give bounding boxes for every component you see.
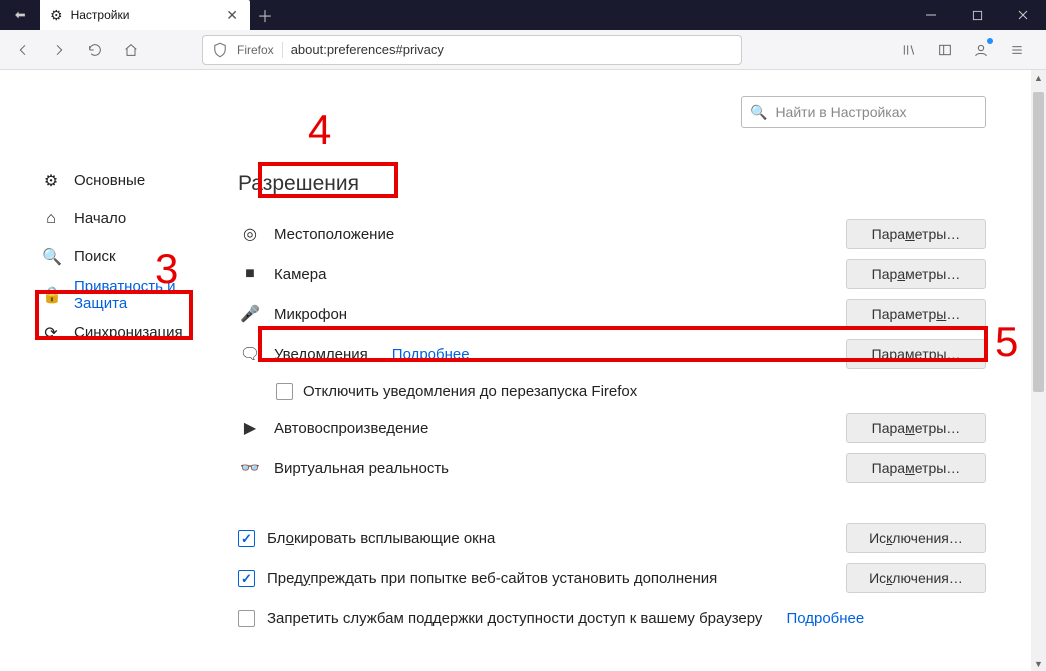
sidebar-button[interactable] <box>930 35 960 65</box>
sidebar-item-general[interactable]: ⚙ Основные <box>38 162 230 200</box>
forward-button[interactable] <box>44 35 74 65</box>
scroll-up-arrow[interactable]: ▲ <box>1031 70 1046 85</box>
perm-row-notifications: 🗨 Уведомления Подробнее Параметры… <box>238 334 986 374</box>
notifications-icon: 🗨 <box>238 344 262 364</box>
search-icon: 🔍 <box>42 247 60 267</box>
sidebar-item-search[interactable]: 🔍 Поиск <box>38 238 230 276</box>
microphone-settings-button[interactable]: Параметры… <box>846 299 986 329</box>
sync-icon: ⟳ <box>42 323 60 343</box>
account-button[interactable] <box>966 35 996 65</box>
vr-settings-button[interactable]: Параметры… <box>846 453 986 483</box>
library-button[interactable] <box>894 35 924 65</box>
shield-icon <box>211 41 229 59</box>
popups-exceptions-button[interactable]: Исключения… <box>846 523 986 553</box>
pause-notifications-checkbox[interactable] <box>276 383 293 400</box>
vr-icon: 👓 <box>238 458 262 478</box>
toolbar: Firefox about:preferences#privacy <box>0 30 1046 70</box>
pause-notifications-row: Отключить уведомления до перезапуска Fir… <box>238 374 986 408</box>
home-icon: ⌂ <box>42 210 60 228</box>
autoplay-icon: ▶ <box>238 418 262 438</box>
identity-label: Firefox <box>237 43 274 57</box>
notifications-settings-button[interactable]: Параметры… <box>846 339 986 369</box>
sidebar-item-home[interactable]: ⌂ Начало <box>38 200 230 238</box>
content-area: ⚙ Основные ⌂ Начало 🔍 Поиск 🔒 Приватност… <box>0 70 1046 671</box>
tab-title: Настройки <box>71 8 215 22</box>
minimize-button[interactable] <box>908 0 954 30</box>
location-icon: ◎ <box>238 224 262 244</box>
back-button[interactable] <box>8 35 38 65</box>
maximize-button[interactable] <box>954 0 1000 30</box>
reload-button[interactable] <box>80 35 110 65</box>
section-title-permissions: Разрешения <box>230 168 367 200</box>
scrollbar-thumb[interactable] <box>1033 92 1044 392</box>
close-icon[interactable]: ✕ <box>222 7 242 24</box>
app-menu-button[interactable] <box>1002 35 1032 65</box>
location-settings-button[interactable]: Параметры… <box>846 219 986 249</box>
titlebar: ⚙ Настройки ✕ ＋ <box>0 0 1046 30</box>
search-input[interactable]: 🔍 Найти в Настройках <box>741 96 986 128</box>
tab-settings[interactable]: ⚙ Настройки ✕ <box>40 0 250 30</box>
scrollbar[interactable]: ▲ ▼ <box>1031 70 1046 671</box>
url-text: about:preferences#privacy <box>291 42 444 57</box>
autoplay-settings-button[interactable]: Параметры… <box>846 413 986 443</box>
sidebar-item-sync[interactable]: ⟳ Синхронизация <box>38 314 230 352</box>
block-a11y-checkbox[interactable] <box>238 610 255 627</box>
warn-addons-row: Предупреждать при попытке веб-сайтов уст… <box>238 558 986 598</box>
close-window-button[interactable] <box>1000 0 1046 30</box>
search-icon: 🔍 <box>750 104 767 121</box>
addons-exceptions-button[interactable]: Исключения… <box>846 563 986 593</box>
url-bar[interactable]: Firefox about:preferences#privacy <box>202 35 742 65</box>
perm-row-vr: 👓 Виртуальная реальность Параметры… <box>238 448 986 488</box>
camera-icon: ■ <box>238 265 262 283</box>
perm-row-camera: ■ Камера Параметры… <box>238 254 986 294</box>
perm-row-microphone: 🎤 Микрофон Параметры… <box>238 294 986 334</box>
camera-settings-button[interactable]: Параметры… <box>846 259 986 289</box>
sidebar-item-privacy[interactable]: 🔒 Приватность и Защита <box>38 276 230 314</box>
gear-icon: ⚙ <box>42 171 60 191</box>
microphone-icon: 🎤 <box>238 304 262 324</box>
perm-row-autoplay: ▶ Автовоспроизведение Параметры… <box>238 408 986 448</box>
perm-row-location: ◎ Местоположение Параметры… <box>238 214 986 254</box>
block-a11y-row: Запретить службам поддержки доступности … <box>238 598 986 638</box>
gear-icon: ⚙ <box>50 7 63 24</box>
scroll-down-arrow[interactable]: ▼ <box>1031 656 1046 671</box>
sidebar: ⚙ Основные ⌂ Начало 🔍 Поиск 🔒 Приватност… <box>0 70 230 671</box>
new-tab-button[interactable]: ＋ <box>250 0 280 30</box>
main-panel: 🔍 Найти в Настройках Разрешения ◎ Местоп… <box>230 70 1046 671</box>
warn-addons-checkbox[interactable] <box>238 570 255 587</box>
block-popups-checkbox[interactable] <box>238 530 255 547</box>
a11y-learn-more-link[interactable]: Подробнее <box>786 610 864 627</box>
notifications-learn-more-link[interactable]: Подробнее <box>392 346 470 363</box>
lock-icon: 🔒 <box>42 285 60 305</box>
firefox-menu-button[interactable] <box>0 0 40 30</box>
home-button[interactable] <box>116 35 146 65</box>
block-popups-row: Блокировать всплывающие окна Исключения… <box>238 518 986 558</box>
